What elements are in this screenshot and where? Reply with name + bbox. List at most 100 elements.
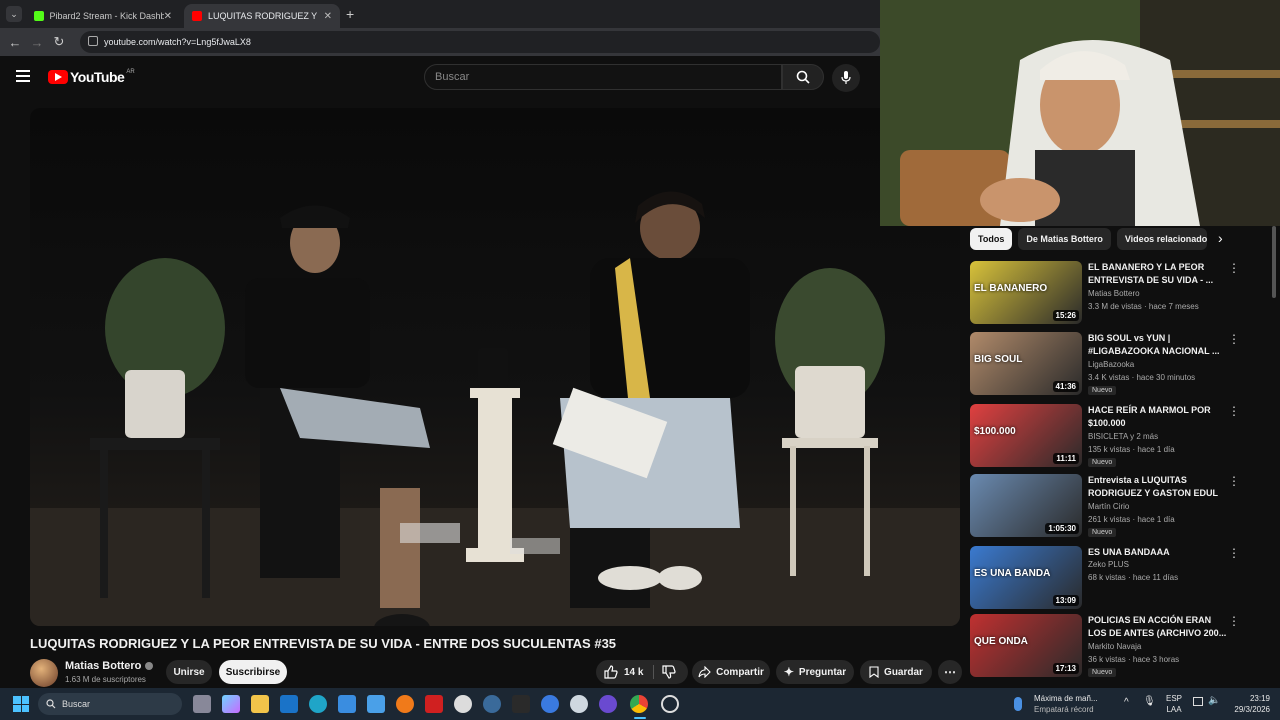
browser-toolbar: ← → ↻ youtube.com/watch?v=Lng5fJwaLX8	[0, 28, 880, 56]
clock[interactable]: 23:19 29/3/2026	[1224, 693, 1270, 715]
recommendation-item[interactable]: BIG SOUL 41:36 BIG SOUL vs YUN | #LIGABAZO…	[970, 332, 1260, 398]
ask-button[interactable]: ✦ Preguntar	[776, 660, 854, 684]
weather-icon[interactable]	[1014, 697, 1022, 711]
recommendation-channel[interactable]: Matias Bottero	[1088, 289, 1140, 298]
close-icon[interactable]: ✕	[164, 11, 172, 22]
recommendation-channel[interactable]: Zeko PLUS	[1088, 560, 1129, 569]
epic-games-icon[interactable]	[512, 695, 530, 713]
more-actions-button[interactable]: ⋯	[938, 660, 962, 684]
outlook-icon[interactable]	[280, 695, 298, 713]
video-thumbnail[interactable]: EL BANANERO 15:26	[970, 261, 1082, 324]
recommendation-channel[interactable]: Markito Navaja	[1088, 642, 1141, 651]
copilot-icon[interactable]	[222, 695, 240, 713]
chevron-up-icon[interactable]: ^	[1124, 697, 1129, 708]
video-thumbnail[interactable]: 1:05:30	[970, 474, 1082, 537]
browser-tab-kick[interactable]: Pibard2 Stream - Kick Dashboa ✕	[26, 4, 180, 28]
menu-icon[interactable]	[16, 70, 30, 82]
youtube-icon	[192, 11, 202, 21]
thumbs-up-icon[interactable]	[604, 665, 618, 679]
browser-tab-youtube[interactable]: LUQUITAS RODRIGUEZ Y LA PEO ✕	[184, 4, 340, 28]
recommendation-title[interactable]: Entrevista a LUQUITAS RODRIGUEZ Y GASTON…	[1088, 474, 1228, 500]
webcam-image	[880, 0, 1280, 226]
chip-related[interactable]: Videos relacionado	[1116, 228, 1207, 250]
back-icon[interactable]: ←	[4, 31, 26, 53]
reload-icon[interactable]: ↻	[48, 31, 70, 53]
photos-icon[interactable]	[367, 695, 385, 713]
volume-icon[interactable]: 🔈	[1208, 695, 1220, 706]
new-badge: Nuevo	[1088, 386, 1117, 395]
save-button[interactable]: Guardar	[860, 660, 932, 684]
store-icon[interactable]	[338, 695, 356, 713]
app-circle-icon[interactable]	[570, 695, 588, 713]
recommendation-item[interactable]: ES UNA BANDA 13:09 ES UNA BANDAAA Zeko PLUS…	[970, 546, 1260, 612]
video-thumbnail[interactable]: $100.000 11:11	[970, 404, 1082, 467]
app-ring-icon[interactable]	[661, 695, 679, 713]
sidebar-scrollbar[interactable]	[1272, 226, 1276, 298]
network-icon[interactable]	[1193, 697, 1203, 706]
video-player[interactable]	[30, 108, 960, 626]
chevron-right-icon[interactable]: ›	[1218, 230, 1223, 246]
more-vert-icon[interactable]: ⋮	[1228, 404, 1240, 418]
youtube-logo[interactable]: YouTube AR	[48, 69, 135, 85]
recommendation-title[interactable]: POLICIAS EN ACCIÓN ERAN LOS DE ANTES (AR…	[1088, 614, 1228, 640]
edge-icon[interactable]	[309, 695, 327, 713]
chip-todos[interactable]: Todos	[970, 228, 1013, 250]
more-vert-icon[interactable]: ⋮	[1228, 332, 1240, 346]
app-blue-icon[interactable]	[541, 695, 559, 713]
app-red-icon[interactable]	[425, 695, 443, 713]
taskbar-search[interactable]: Buscar	[38, 693, 182, 715]
recommendation-channel[interactable]: BISICLETA y 2 más	[1088, 432, 1158, 441]
obs-icon[interactable]	[454, 695, 472, 713]
weather-line1: Máxima de mañ...	[1034, 694, 1098, 703]
channel-avatar[interactable]	[30, 659, 58, 687]
channel-name[interactable]: Matias Bottero	[65, 660, 154, 672]
tab-list-button[interactable]: ⌄	[6, 6, 22, 22]
thumbs-down-icon[interactable]	[662, 665, 677, 679]
share-button[interactable]: Compartir	[692, 660, 770, 684]
video-thumbnail[interactable]: ES UNA BANDA 13:09	[970, 546, 1082, 609]
recommendation-item[interactable]: EL BANANERO 15:26 EL BANANERO Y LA PEOR EN…	[970, 261, 1260, 327]
like-count[interactable]: 14 k	[624, 667, 643, 678]
recommendation-item[interactable]: $100.000 11:11 HACE REÍR A MARMOL POR $100…	[970, 404, 1260, 470]
app-orange-icon[interactable]	[396, 695, 414, 713]
subscribe-button[interactable]: Suscribirse	[219, 660, 287, 684]
chip-channel[interactable]: De Matias Bottero	[1018, 228, 1111, 250]
search-input[interactable]: Buscar	[424, 64, 782, 90]
file-explorer-icon[interactable]	[251, 695, 269, 713]
join-button[interactable]: Unirse	[166, 660, 212, 684]
more-vert-icon[interactable]: ⋮	[1228, 474, 1240, 488]
windows-start-icon[interactable]	[13, 696, 29, 712]
video-thumbnail[interactable]: QUE ONDA 17:13	[970, 614, 1082, 677]
recommendation-channel[interactable]: LigaBazooka	[1088, 360, 1134, 369]
video-duration: 17:13	[1052, 663, 1079, 674]
channel-name-text: Matias Bottero	[65, 660, 142, 672]
save-label: Guardar	[884, 666, 923, 678]
video-thumbnail[interactable]: BIG SOUL 41:36	[970, 332, 1082, 395]
recommendation-item[interactable]: QUE ONDA 17:13 POLICIAS EN ACCIÓN ERAN LOS…	[970, 614, 1260, 680]
more-vert-icon[interactable]: ⋮	[1228, 614, 1240, 628]
recommendation-title[interactable]: HACE REÍR A MARMOL POR $100.000	[1088, 404, 1228, 430]
more-vert-icon[interactable]: ⋮	[1228, 546, 1240, 560]
address-bar[interactable]: youtube.com/watch?v=Lng5fJwaLX8	[80, 31, 880, 53]
chrome-icon[interactable]	[630, 695, 648, 713]
recommendation-title[interactable]: EL BANANERO Y LA PEOR ENTREVISTA DE SU V…	[1088, 261, 1228, 287]
recommendation-item[interactable]: 1:05:30 Entrevista a LUQUITAS RODRIGUEZ Y…	[970, 474, 1260, 540]
site-info-icon[interactable]	[88, 36, 98, 46]
recommendation-title[interactable]: ES UNA BANDAAA	[1088, 546, 1228, 559]
close-icon[interactable]: ✕	[324, 11, 332, 22]
recommendation-title[interactable]: BIG SOUL vs YUN | #LIGABAZOOKA NACIONAL …	[1088, 332, 1228, 358]
more-vert-icon[interactable]: ⋮	[1228, 261, 1240, 275]
weather-widget[interactable]: Máxima de mañ... Empatará récord	[1034, 693, 1098, 715]
microphone-icon[interactable]: 🎙	[1143, 696, 1156, 707]
task-view-icon[interactable]	[193, 695, 211, 713]
ask-label: Preguntar	[798, 666, 847, 678]
voice-search-button[interactable]	[832, 64, 860, 92]
language-indicator[interactable]: ESP LAA	[1166, 693, 1182, 715]
search-button[interactable]	[782, 64, 824, 90]
forward-icon[interactable]: →	[26, 31, 48, 53]
steam-icon[interactable]	[483, 695, 501, 713]
app-purple-icon[interactable]	[599, 695, 617, 713]
recommendation-channel[interactable]: Martín Cirio	[1088, 502, 1129, 511]
video-duration: 15:26	[1052, 310, 1079, 321]
new-tab-button[interactable]: +	[346, 6, 354, 22]
